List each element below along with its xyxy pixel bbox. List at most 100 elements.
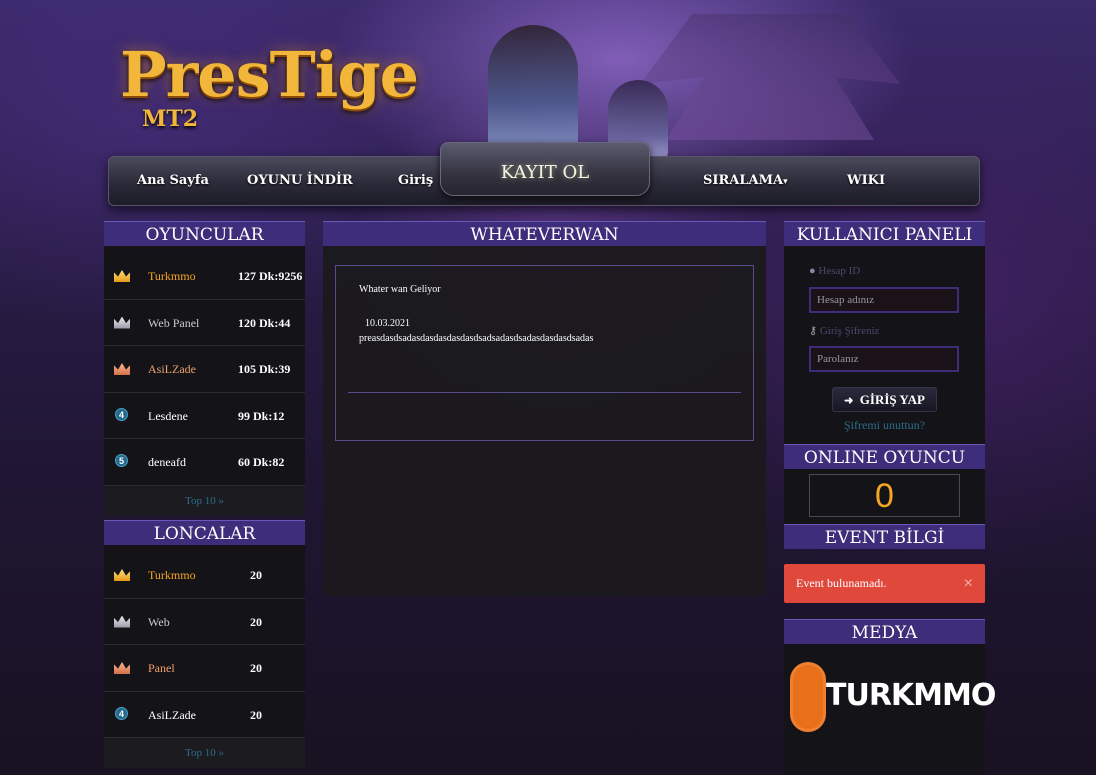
silver-crown-icon	[114, 316, 130, 329]
row-value: 20	[250, 661, 262, 675]
media-panel: TURKMMO	[784, 644, 996, 774]
ranking-row[interactable]: Panel 20	[104, 645, 305, 692]
row-value: 127 Dk:9256	[238, 269, 303, 283]
rank-icon: 5	[114, 454, 130, 470]
login-button[interactable]: ➜ GİRİŞ YAP	[832, 387, 937, 412]
rank-icon	[114, 315, 130, 331]
hero-characters	[478, 10, 708, 160]
rank-number-badge: 5	[115, 454, 128, 467]
right-column: KULLANICI PANELI ● Hesap ID Hesap adınız…	[784, 221, 996, 774]
ranking-row[interactable]: 4 Lesdene 99 Dk:12	[104, 392, 305, 439]
gamepad-icon	[790, 662, 826, 732]
gold-crown-icon	[114, 569, 130, 581]
rank-icon	[114, 614, 130, 630]
guilds-list: Turkmmo 20 Web 20 Panel 20 4 AsiLZade 20	[104, 552, 305, 738]
players-top10-link[interactable]: Top 10 »	[104, 485, 305, 516]
row-value: 60 Dk:82	[238, 455, 285, 469]
rank-icon: 4	[114, 407, 130, 424]
media-logo[interactable]: TURKMMO	[790, 662, 996, 732]
account-id-input[interactable]: Hesap adınız	[809, 287, 959, 313]
gold-crown-icon	[114, 270, 130, 282]
players-panel: OYUNCULAR Turkmmo 127 Dk:9256 Web Panel 120…	[104, 221, 305, 516]
nav-home[interactable]: Ana Sayfa	[137, 173, 209, 188]
ranking-row[interactable]: Web Panel 120 Dk:44	[104, 299, 305, 346]
password-label-text: Giriş Şifreniz	[819, 325, 880, 337]
row-value: 120 Dk:44	[238, 315, 291, 330]
ranking-row[interactable]: 4 AsiLZade 20	[104, 691, 305, 738]
sign-in-icon: ➜	[844, 395, 854, 407]
user-icon: ●	[809, 265, 816, 277]
row-name: Panel	[148, 661, 175, 675]
row-name: Turkmmo	[148, 269, 196, 283]
row-name: Web	[148, 614, 170, 629]
media-title: MEDYA	[784, 619, 985, 644]
players-list: Turkmmo 127 Dk:9256 Web Panel 120 Dk:44 AsiL…	[104, 253, 305, 486]
silver-crown-icon	[114, 615, 130, 628]
nav-download[interactable]: OYUNU İNDİR	[247, 173, 353, 188]
event-alert: Event bulunamadı. ×	[784, 564, 985, 603]
media-logo-text: TURKMMO	[826, 678, 996, 713]
online-title: ONLINE OYUNCU	[784, 444, 985, 469]
online-panel: 0	[784, 469, 985, 524]
close-icon[interactable]: ×	[964, 564, 973, 603]
news-article: Whater wan Geliyor 10.03.2021 preasdasds…	[335, 265, 754, 441]
password-label: ⚷ Giriş Şifreniz	[809, 324, 879, 337]
event-title: EVENT BİLGİ	[784, 524, 985, 549]
row-value: 20	[250, 568, 262, 582]
guilds-top10-link[interactable]: Top 10 »	[104, 738, 305, 768]
rank-icon	[114, 567, 130, 583]
news-heading[interactable]: Whater wan Geliyor	[359, 284, 441, 295]
key-icon: ⚷	[809, 325, 818, 337]
rank-icon: 4	[114, 706, 130, 723]
login-form: ● Hesap ID Hesap adınız ⚷ Giriş Şifreniz…	[784, 246, 985, 444]
rank-number-badge: 4	[115, 407, 128, 421]
row-name: deneafd	[148, 455, 186, 469]
row-value: 20	[250, 614, 262, 629]
ranking-row[interactable]: AsiLZade 105 Dk:39	[104, 346, 305, 393]
forgot-password-link[interactable]: Şifremi unuttun?	[784, 418, 985, 433]
nav-ranking-label: SIRALAMA	[703, 173, 784, 188]
row-name: Web Panel	[148, 315, 200, 330]
event-message: Event bulunamadı.	[796, 576, 887, 590]
rank-icon	[114, 660, 130, 676]
logo-subtext: MT2	[142, 106, 199, 132]
online-count: 0	[809, 474, 960, 517]
news-body: preasdasdsadasdasdasdasdasdsadsadasdsada…	[359, 333, 594, 344]
guilds-title: LONCALAR	[104, 520, 305, 545]
news-divider	[348, 392, 741, 393]
ranking-row[interactable]: Web 20	[104, 598, 305, 645]
row-name: Turkmmo	[148, 568, 196, 582]
password-input[interactable]: Parolanız	[809, 346, 959, 372]
row-name: AsiLZade	[148, 707, 196, 722]
nav-register-button[interactable]: KAYIT OL	[440, 142, 650, 196]
row-value: 105 Dk:39	[238, 362, 291, 376]
news-date: 10.03.2021	[365, 318, 410, 329]
row-value: 99 Dk:12	[238, 408, 285, 423]
chevron-down-icon: ▾	[783, 177, 788, 187]
ranking-row[interactable]: Turkmmo 20	[104, 552, 305, 599]
news-panel: WHATEVERWAN Whater wan Geliyor 10.03.202…	[323, 221, 766, 596]
news-title: WHATEVERWAN	[323, 221, 766, 246]
logo-text: PresTige	[120, 38, 419, 111]
login-button-label: GİRİŞ YAP	[859, 392, 925, 407]
rank-icon	[114, 361, 130, 377]
row-name: Lesdene	[148, 408, 188, 423]
bronze-crown-icon	[114, 363, 130, 375]
guilds-panel: LONCALAR Turkmmo 20 Web 20 Panel 20 4 AsiLZade 2…	[104, 520, 305, 768]
account-id-label: ● Hesap ID	[809, 265, 860, 277]
site-logo[interactable]: PresTige MT2	[120, 38, 480, 138]
rank-icon	[114, 268, 130, 284]
rank-number-badge: 4	[115, 706, 128, 720]
nav-ranking[interactable]: SIRALAMA▾	[703, 173, 788, 188]
ranking-row[interactable]: 5 deneafd 60 Dk:82	[104, 439, 305, 486]
account-id-label-text: Hesap ID	[818, 265, 861, 277]
row-name: AsiLZade	[148, 362, 196, 376]
row-value: 20	[250, 707, 262, 722]
ranking-row[interactable]: Turkmmo 127 Dk:9256	[104, 253, 305, 300]
nav-login[interactable]: Giriş	[398, 173, 433, 188]
bronze-crown-icon	[114, 662, 130, 674]
login-title: KULLANICI PANELI	[784, 221, 985, 246]
nav-wiki[interactable]: WIKI	[847, 173, 885, 188]
hero-warrior	[488, 25, 578, 155]
players-title: OYUNCULAR	[104, 221, 305, 246]
